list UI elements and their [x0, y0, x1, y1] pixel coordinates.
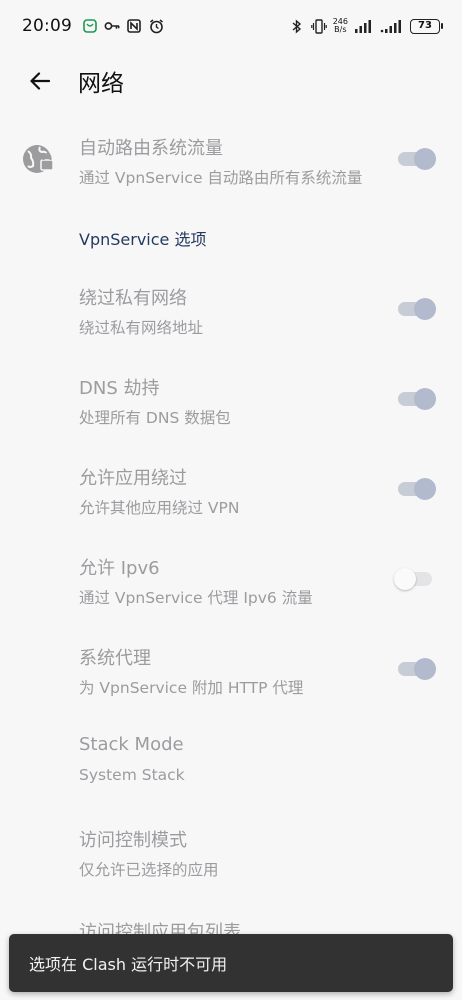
bluetooth-icon — [289, 18, 305, 34]
status-right-icons: 246 B/s 73 — [289, 18, 443, 34]
vibrate-icon — [310, 18, 327, 34]
alarm-icon — [148, 18, 164, 34]
signal-icon — [354, 18, 374, 34]
signal-icon — [380, 18, 404, 34]
setting-access-control-mode[interactable]: 访问控制模式 仅允许已选择的应用 — [0, 820, 462, 900]
setting-system-proxy[interactable]: 系统代理 为 VpnService 附加 HTTP 代理 — [0, 638, 462, 718]
back-button[interactable] — [20, 61, 60, 101]
system-proxy-toggle[interactable] — [398, 658, 436, 680]
net-speed-unit: B/s — [334, 25, 347, 34]
snackbar-message: 选项在 Clash 运行时不可用 — [29, 955, 228, 974]
app-notification-icon — [82, 18, 98, 34]
setting-summary: 为 VpnService 附加 HTTP 代理 — [79, 679, 304, 697]
setting-summary: 绕过私有网络地址 — [79, 319, 204, 337]
toggle-thumb — [414, 478, 436, 500]
setting-summary: 处理所有 DNS 数据包 — [79, 409, 231, 427]
toolbar: 网络 — [0, 52, 462, 110]
setting-title: 系统代理 — [79, 648, 151, 669]
net-speed: 246 B/s — [333, 18, 348, 34]
section-header-vpnservice: VpnService 选项 — [79, 230, 207, 249]
setting-summary: 仅允许已选择的应用 — [79, 861, 219, 879]
toggle-thumb — [414, 298, 436, 320]
setting-allow-bypass[interactable]: 允许应用绕过 允许其他应用绕过 VPN — [0, 458, 462, 538]
allow-bypass-toggle[interactable] — [398, 478, 436, 500]
setting-title: 访问控制模式 — [79, 830, 187, 851]
auto-route-toggle[interactable] — [398, 148, 436, 170]
bypass-private-toggle[interactable] — [398, 298, 436, 320]
toggle-thumb — [414, 658, 436, 680]
setting-title: 允许应用绕过 — [79, 468, 187, 489]
status-left-icons — [82, 18, 164, 34]
setting-title: 绕过私有网络 — [79, 288, 187, 309]
toggle-thumb — [414, 388, 436, 410]
toggle-thumb — [394, 568, 416, 590]
setting-dns-hijack[interactable]: DNS 劫持 处理所有 DNS 数据包 — [0, 368, 462, 448]
setting-title: Stack Mode — [79, 734, 184, 755]
setting-title: 允许 Ipv6 — [79, 558, 160, 579]
setting-title: DNS 劫持 — [79, 378, 160, 399]
battery-indicator: 73 — [410, 18, 443, 34]
setting-summary: System Stack — [79, 766, 185, 784]
status-bar: 20:09 246 B/s 73 — [0, 0, 462, 52]
setting-stack-mode[interactable]: Stack Mode System Stack — [0, 728, 462, 808]
status-time: 20:09 — [22, 16, 72, 36]
setting-title: 自动路由系统流量 — [79, 138, 223, 159]
toggle-thumb — [414, 148, 436, 170]
arrow-left-icon — [30, 72, 50, 90]
setting-bypass-private[interactable]: 绕过私有网络 绕过私有网络地址 — [0, 278, 462, 358]
setting-auto-route[interactable]: 自动路由系统流量 通过 VpnService 自动路由所有系统流量 — [0, 128, 462, 208]
key-icon — [104, 18, 120, 34]
setting-allow-ipv6[interactable]: 允许 Ipv6 通过 VpnService 代理 Ipv6 流量 — [0, 548, 462, 628]
setting-summary: 通过 VpnService 自动路由所有系统流量 — [79, 169, 363, 187]
allow-ipv6-toggle[interactable] — [394, 568, 436, 590]
page-title: 网络 — [78, 71, 124, 97]
setting-summary: 允许其他应用绕过 VPN — [79, 499, 240, 517]
globe-lock-icon — [22, 142, 56, 176]
snackbar: 选项在 Clash 运行时不可用 — [9, 934, 453, 992]
setting-summary: 通过 VpnService 代理 Ipv6 流量 — [79, 589, 313, 607]
dns-hijack-toggle[interactable] — [398, 388, 436, 410]
nfc-icon — [126, 18, 142, 34]
